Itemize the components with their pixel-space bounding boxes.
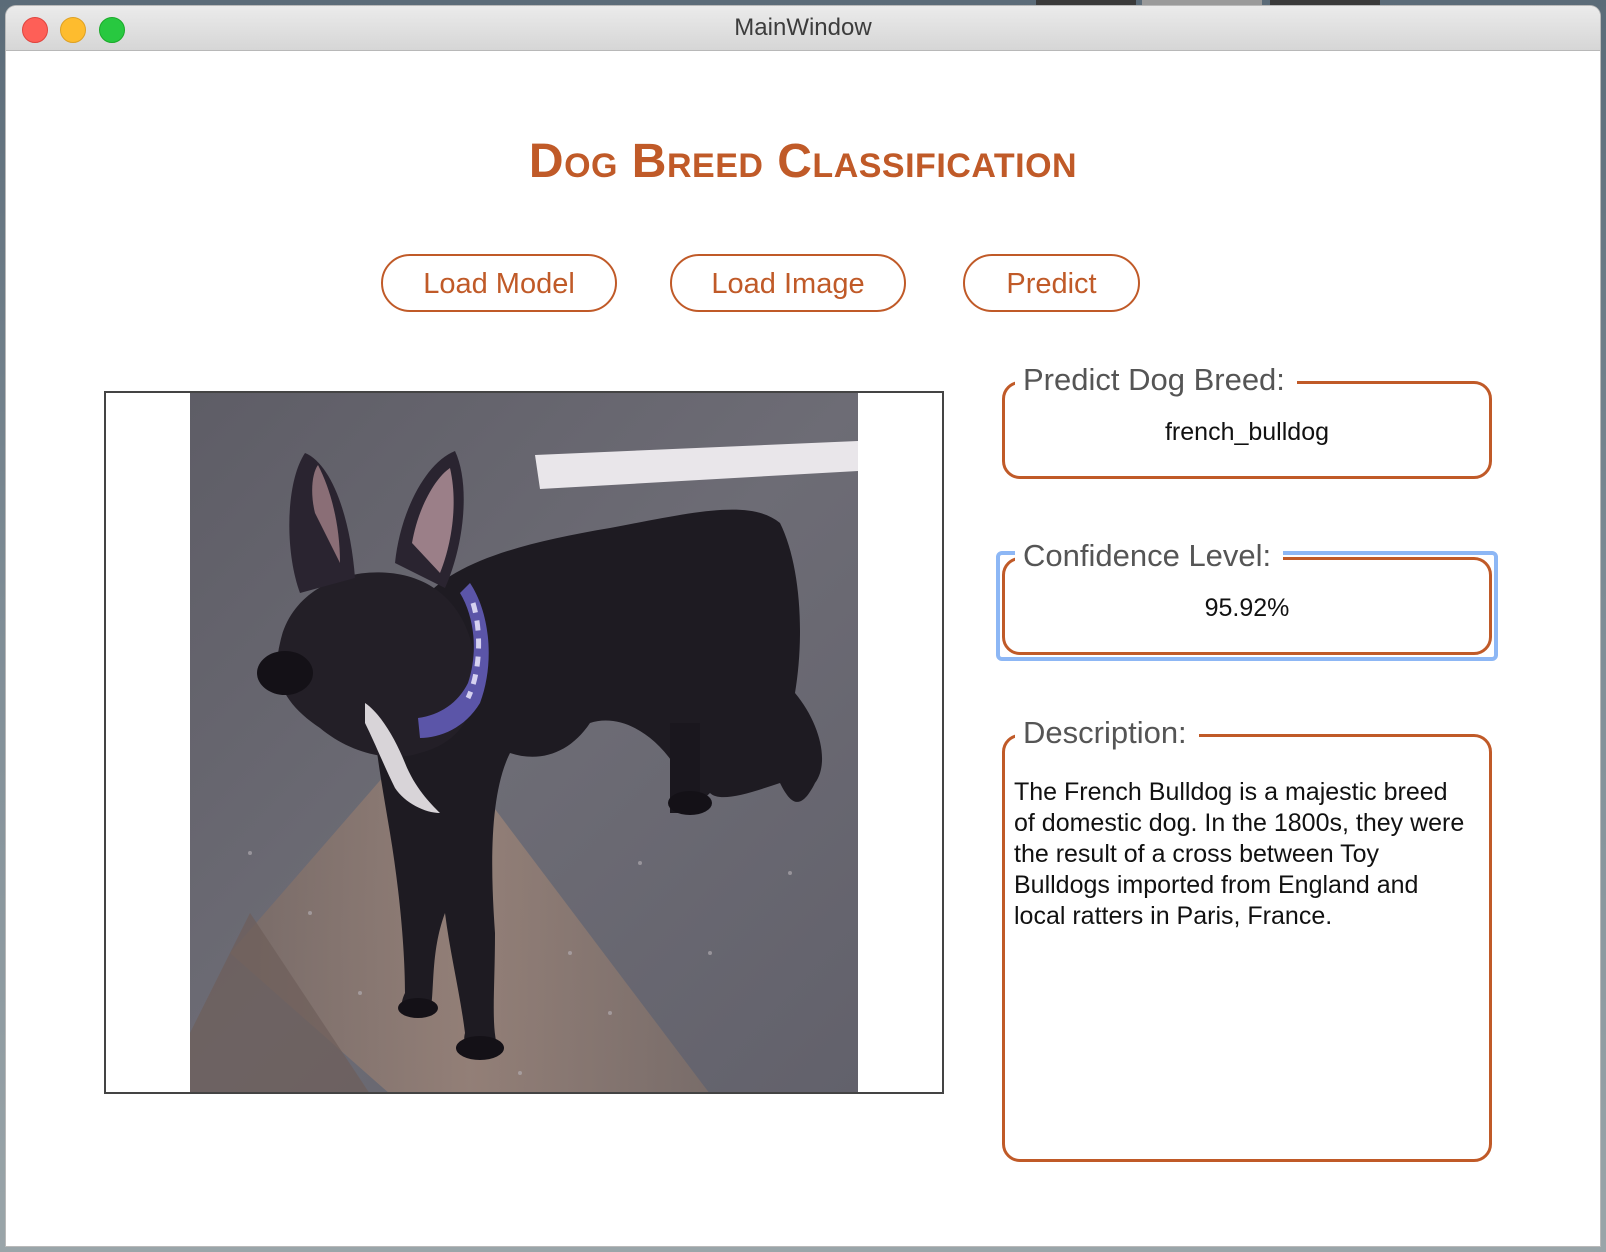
load-image-button[interactable]: Load Image (670, 254, 906, 312)
predicted-breed-group: Predict Dog Breed: french_bulldog (1002, 362, 1492, 479)
load-model-button[interactable]: Load Model (381, 254, 617, 312)
description-group: Description: The French Bulldog is a maj… (1002, 715, 1492, 1162)
image-preview-frame (104, 391, 944, 1094)
predicted-breed-label: Predict Dog Breed: (1015, 362, 1297, 398)
description-label: Description: (1015, 715, 1199, 751)
main-window: MainWindow Dog Breed Classification Load… (6, 6, 1600, 1246)
description-text: The French Bulldog is a majestic breed o… (1014, 778, 1465, 930)
confidence-value: 95.92% (1204, 594, 1290, 622)
predict-button[interactable]: Predict (963, 254, 1140, 312)
title-bar: MainWindow (6, 6, 1600, 51)
page-title: Dog Breed Classification (528, 135, 1078, 188)
window-title: MainWindow (734, 14, 872, 41)
predicted-breed-value: french_bulldog (1164, 418, 1329, 446)
confidence-label: Confidence Level: (1015, 538, 1284, 574)
dog-photo (190, 393, 858, 1092)
confidence-group[interactable]: Confidence Level: 95.92% (1002, 538, 1492, 655)
